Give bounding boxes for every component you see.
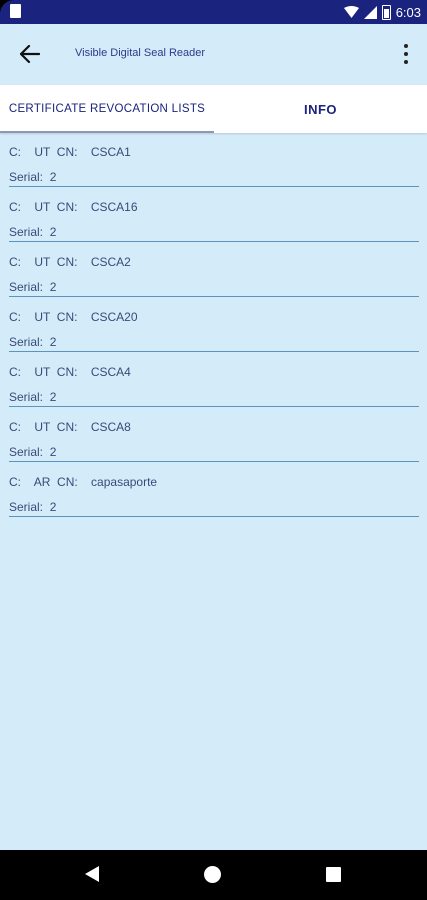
serial-value: 2 [49,280,57,294]
serial-value: 2 [49,445,57,459]
list-item[interactable]: C: AR CN: capasaporte Serial: 2 [0,463,427,518]
list-item[interactable]: C: UT CN: CSCA4 Serial: 2 [0,353,427,408]
country-value: UT [34,145,51,159]
divider [9,296,419,297]
cn-value: CSCA1 [90,145,131,159]
cn-value: capasaporte [91,475,158,489]
crl-list: C: UT CN: CSCA1 Serial: 2 C: UT CN: CSCA… [0,133,427,518]
divider [9,186,419,187]
more-options-icon[interactable] [401,42,411,66]
app-title: Visible Digital Seal Reader [75,47,206,59]
crl-serial: Serial: 2 [9,500,57,514]
cn-value: CSCA20 [90,310,138,324]
country-value: UT [34,420,51,434]
tab-bar: CERTIFICATE REVOCATION LISTS INFO [0,85,427,133]
crl-subject: C: UT CN: CSCA8 [9,420,131,434]
tab-certificate-revocation-lists[interactable]: CERTIFICATE REVOCATION LISTS [0,85,214,133]
crl-serial: Serial: 2 [9,170,57,184]
country-value: AR [33,475,51,489]
crl-subject: C: AR CN: capasaporte [9,475,158,489]
crl-subject: C: UT CN: CSCA16 [9,200,138,214]
sim-card-icon [10,4,21,18]
list-item[interactable]: C: UT CN: CSCA16 Serial: 2 [0,188,427,243]
crl-subject: C: UT CN: CSCA2 [9,255,131,269]
crl-serial: Serial: 2 [9,335,57,349]
app-screen: Visible Digital Seal Reader CERTIFICATE … [0,24,427,850]
serial-value: 2 [49,335,57,349]
cn-value: CSCA8 [90,420,131,434]
divider [9,241,419,242]
status-bar: 6:03 [0,0,427,24]
divider [9,461,419,462]
divider [9,516,419,517]
crl-subject: C: UT CN: CSCA4 [9,365,131,379]
crl-serial: Serial: 2 [9,390,57,404]
serial-value: 2 [49,170,57,184]
list-item[interactable]: C: UT CN: CSCA20 Serial: 2 [0,298,427,353]
nav-recents-icon[interactable] [326,867,341,882]
wifi-icon [343,6,359,18]
crl-serial: Serial: 2 [9,280,57,294]
serial-value: 2 [49,500,57,514]
nav-back-icon[interactable] [85,866,99,882]
list-item[interactable]: C: UT CN: CSCA2 Serial: 2 [0,243,427,298]
serial-value: 2 [49,390,57,404]
list-item[interactable]: C: UT CN: CSCA8 Serial: 2 [0,408,427,463]
divider [9,406,419,407]
divider [9,351,419,352]
country-value: UT [34,255,51,269]
nav-home-icon[interactable] [204,866,221,883]
crl-serial: Serial: 2 [9,225,57,239]
status-icons: 6:03 [343,3,421,21]
cn-value: CSCA2 [90,255,131,269]
system-nav-bar [0,850,427,900]
back-arrow-icon[interactable] [17,41,43,67]
status-time: 6:03 [395,4,421,20]
crl-subject: C: UT CN: CSCA20 [9,310,138,324]
cn-value: CSCA16 [90,200,138,214]
cellular-signal-icon [363,5,377,19]
tab-info[interactable]: INFO [214,85,427,133]
list-item[interactable]: C: UT CN: CSCA1 Serial: 2 [0,133,427,188]
app-toolbar: Visible Digital Seal Reader [0,24,427,84]
crl-subject: C: UT CN: CSCA1 [9,145,131,159]
country-value: UT [34,365,51,379]
country-value: UT [34,200,51,214]
battery-icon [381,4,391,20]
country-value: UT [34,310,51,324]
crl-serial: Serial: 2 [9,445,57,459]
serial-value: 2 [49,225,57,239]
cn-value: CSCA4 [90,365,131,379]
